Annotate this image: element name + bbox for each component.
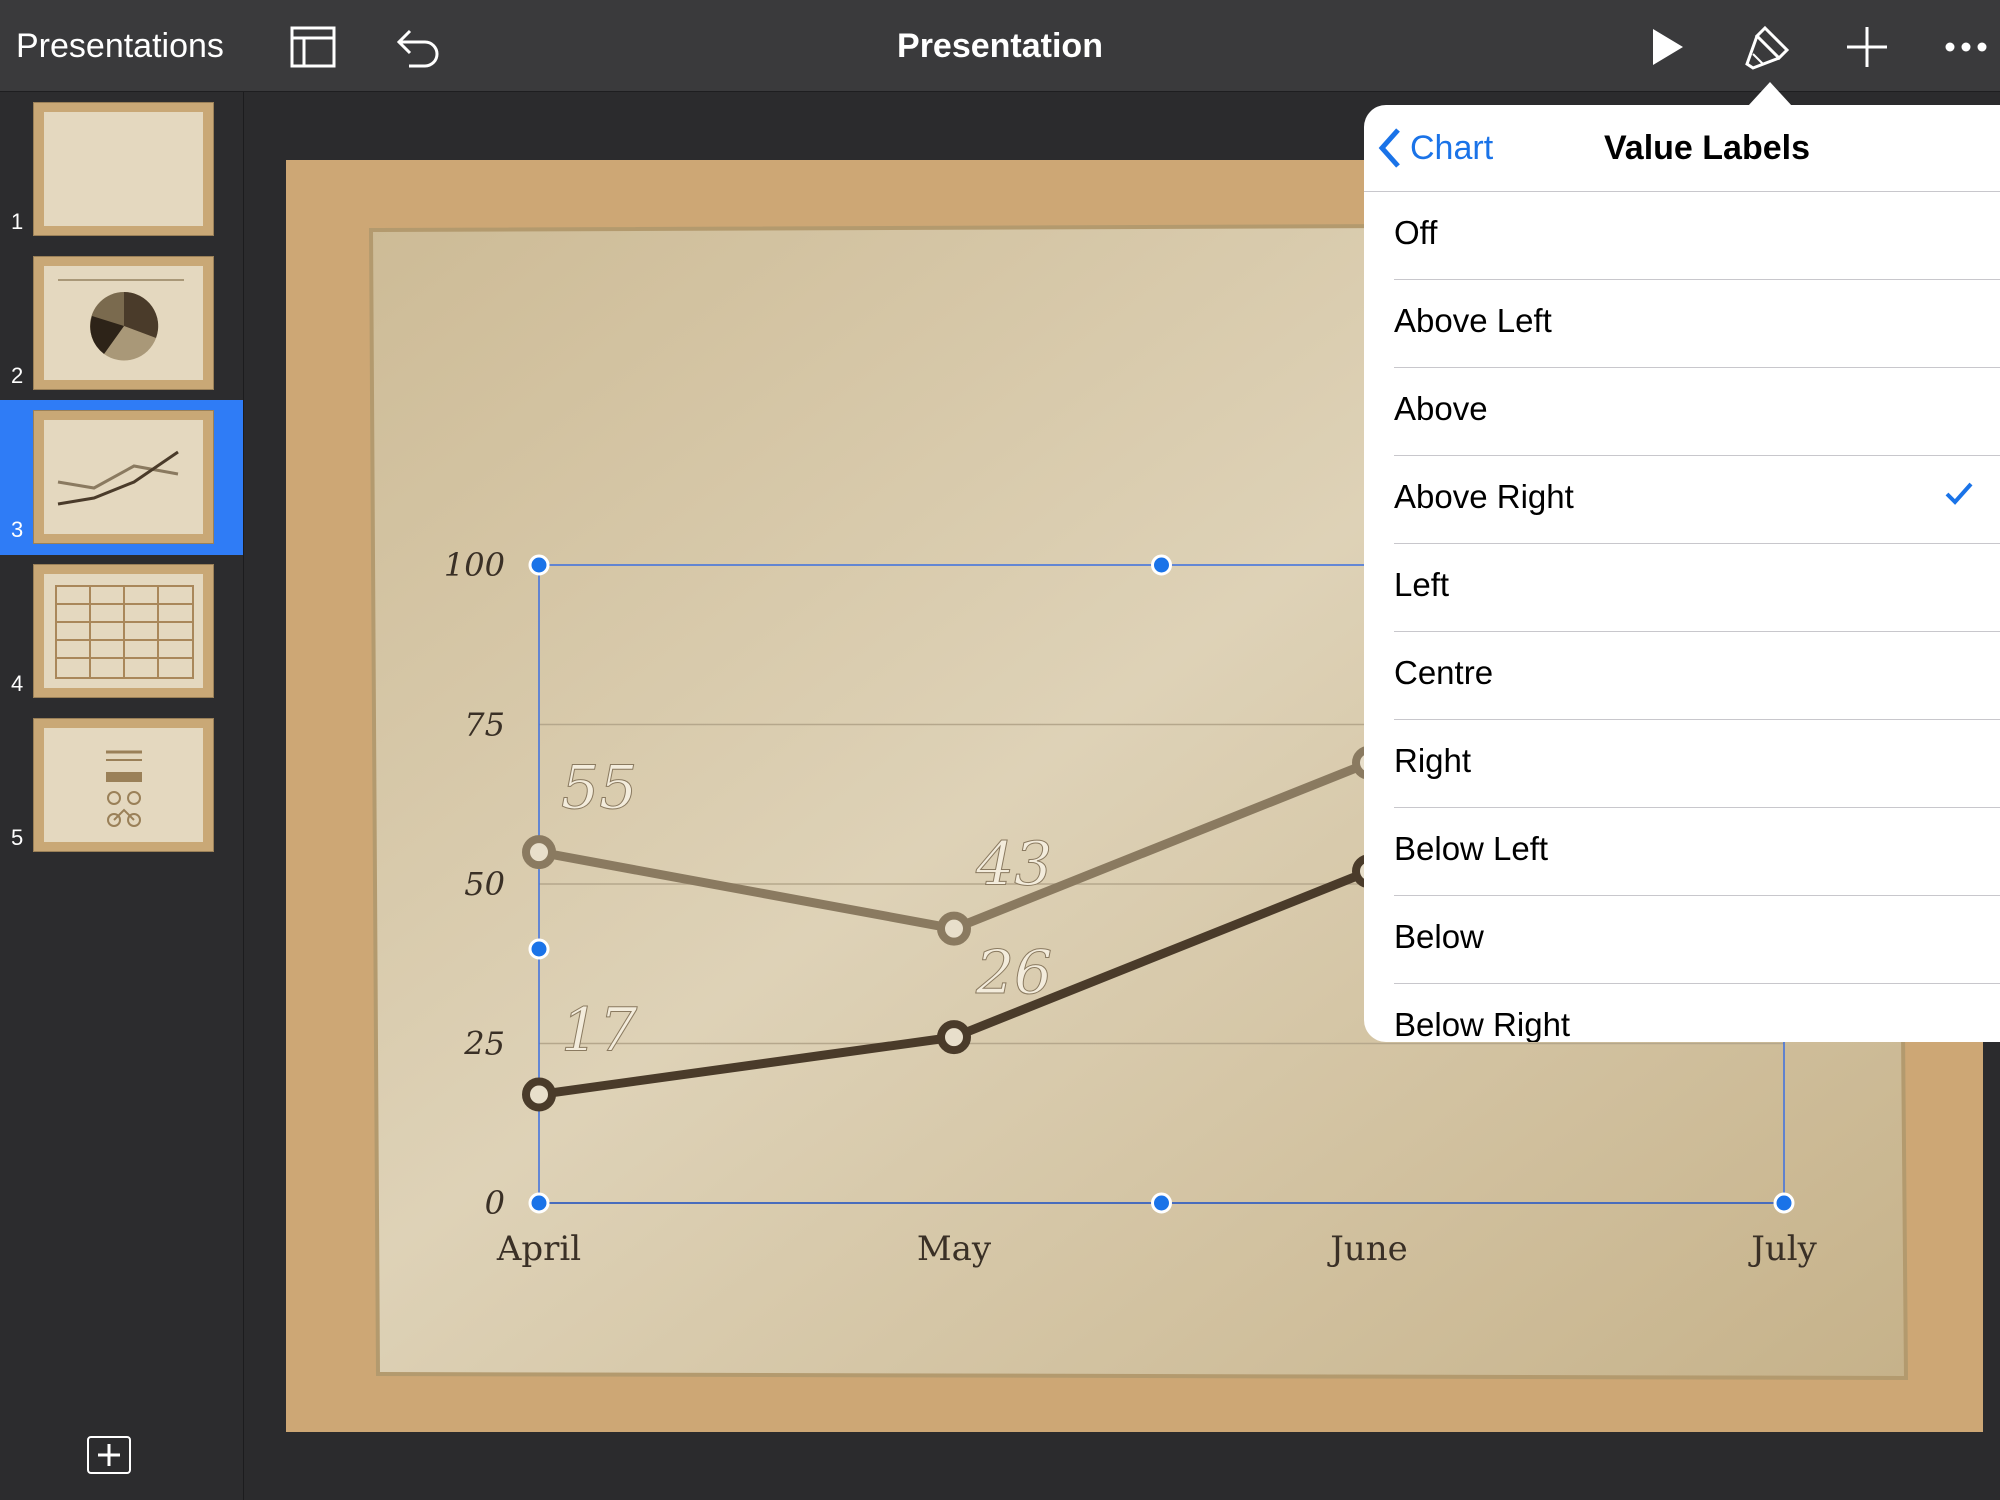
paintbrush-icon [1745,25,1790,70]
slide-thumbnail-image [33,564,214,698]
slide-number: 1 [11,209,24,234]
option-label: Above Right [1394,478,1574,515]
option-above-left[interactable]: Above Left [1364,280,2000,368]
format-brush-button[interactable] [1738,18,1796,76]
plus-icon [98,1444,120,1466]
slide-thumbnail-image [33,256,214,390]
option-label: Above [1394,390,1488,427]
option-label: Right [1394,742,1472,779]
option-label: Below [1394,918,1484,955]
value-labels-popover: Value Labels Chart Off Above Left Above Abo… [1364,105,2000,1042]
option-label: Above Left [1394,302,1552,339]
option-below-right[interactable]: Below Right [1364,984,2000,1042]
option-label: Left [1394,566,1450,603]
slide-number: 2 [11,363,24,388]
option-label: Centre [1394,654,1494,691]
add-button[interactable] [1838,18,1896,76]
checkmark-icon [1945,482,1973,505]
play-button[interactable] [1638,18,1696,76]
more-icon [1945,42,1987,52]
undo-button[interactable] [388,18,446,76]
chart-back-label: Chart [1410,128,1494,167]
option-above-right[interactable]: Above Right [1364,456,2000,544]
slide-number: 4 [11,671,24,696]
popover-header: Value Labels Chart [1364,105,2000,192]
option-off[interactable]: Off [1364,192,2000,280]
option-below[interactable]: Below [1364,896,2000,984]
option-above[interactable]: Above [1364,368,2000,456]
slide-number: 5 [11,825,24,850]
plus-icon [1847,27,1887,67]
slide-thumbnail-1[interactable]: 1 [0,92,243,247]
slide-thumbnail-image [33,718,214,852]
document-title: Presentation [897,27,1103,65]
slide-thumbnail-4[interactable]: 4 [0,554,243,709]
option-label: Below Left [1394,830,1549,867]
option-label: Below Right [1394,1006,1571,1042]
presentations-back-button[interactable]: Presentations [16,27,224,66]
slide-thumbnail-2[interactable]: 2 [0,246,243,401]
undo-icon [396,29,439,68]
table-thumbnail-icon [55,585,194,679]
option-centre[interactable]: Centre [1364,632,2000,720]
slide-thumbnail-3[interactable]: 3 [0,400,243,555]
slide-number: 3 [11,517,24,542]
slide-thumbnail-5[interactable]: 5 [0,708,243,863]
transport-icons-thumbnail [106,750,142,827]
option-left[interactable]: Left [1364,544,2000,632]
play-icon [1653,29,1683,65]
pie-chart-thumbnail-icon [58,279,184,361]
line-chart-thumbnail-icon [57,450,179,506]
add-slide-button[interactable] [87,1436,131,1474]
chevron-left-icon [1378,128,1400,168]
layout-icon [290,26,336,68]
slide-thumbnail-image [33,410,214,544]
toolbar: Presentations Presentation [0,0,2000,92]
layout-button[interactable] [284,18,342,76]
option-label: Off [1394,214,1438,251]
option-below-left[interactable]: Below Left [1364,808,2000,896]
option-right[interactable]: Right [1364,720,2000,808]
chart-back-button[interactable]: Chart [1378,125,1493,171]
popover-arrow [1748,82,1792,106]
more-button[interactable] [1937,18,1995,76]
slide-navigator: 1 2 3 4 5 [0,92,244,1500]
slide-thumbnail-image [33,102,214,236]
